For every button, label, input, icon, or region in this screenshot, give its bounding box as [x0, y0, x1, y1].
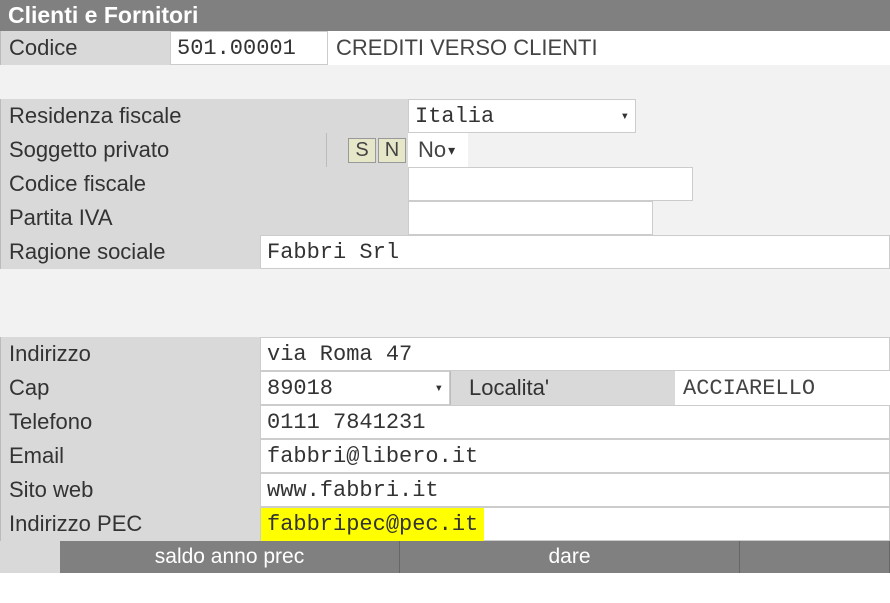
row-sito: Sito web www.fabbri.it	[0, 473, 890, 507]
label-localita: Localita'	[450, 371, 675, 405]
chevron-down-icon: ▾	[448, 142, 455, 159]
row-soggetto: Soggetto privato S N No▾	[0, 133, 890, 167]
desc-codice: CREDITI VERSO CLIENTI	[328, 31, 890, 65]
input-email[interactable]: fabbri@libero.it	[260, 439, 890, 473]
table-header: saldo anno prec dare	[0, 541, 890, 573]
label-residenza: Residenza fiscale	[0, 99, 408, 133]
button-n[interactable]: N	[378, 138, 406, 163]
input-ragione[interactable]: Fabbri Srl	[260, 235, 890, 269]
label-indirizzo: Indirizzo	[0, 337, 260, 371]
select-residenza-value: Italia	[415, 104, 494, 129]
row-indirizzo: Indirizzo via Roma 47	[0, 337, 890, 371]
form-container: Clienti e Fornitori Codice 501.00001 CRE…	[0, 0, 890, 573]
input-codfisc[interactable]	[408, 167, 693, 201]
input-sito[interactable]: www.fabbri.it	[260, 473, 890, 507]
row-telefono: Telefono 0111 7841231	[0, 405, 890, 439]
select-soggetto[interactable]: No▾	[408, 133, 468, 167]
row-cap: Cap 89018 ▾ Localita' ACCIARELLO	[0, 371, 890, 405]
row-residenza: Residenza fiscale Italia ▾	[0, 99, 890, 133]
input-pec-wrap[interactable]: fabbripec@pec.it	[260, 507, 890, 541]
row-codfisc: Codice fiscale	[0, 167, 890, 201]
select-cap-value: 89018	[267, 376, 333, 401]
row-pec: Indirizzo PEC fabbripec@pec.it	[0, 507, 890, 541]
label-codice: Codice	[0, 31, 170, 65]
chevron-down-icon: ▾	[621, 108, 629, 125]
col-saldo: saldo anno prec	[60, 541, 400, 573]
select-residenza[interactable]: Italia ▾	[408, 99, 636, 133]
input-telefono[interactable]: 0111 7841231	[260, 405, 890, 439]
label-email: Email	[0, 439, 260, 473]
label-codfisc: Codice fiscale	[0, 167, 408, 201]
col-extra	[740, 541, 890, 573]
label-cap: Cap	[0, 371, 260, 405]
sn-buttons: S N	[326, 133, 408, 167]
label-sito: Sito web	[0, 473, 260, 507]
row-piva: Partita IVA	[0, 201, 890, 235]
button-s[interactable]: S	[348, 138, 376, 163]
row-email: Email fabbri@libero.it	[0, 439, 890, 473]
select-cap[interactable]: 89018 ▾	[260, 371, 450, 405]
col-dare: dare	[400, 541, 740, 573]
footer-corner	[0, 541, 60, 573]
label-piva: Partita IVA	[0, 201, 408, 235]
input-pec: fabbripec@pec.it	[261, 508, 484, 541]
row-ragione: Ragione sociale Fabbri Srl	[0, 235, 890, 269]
label-ragione: Ragione sociale	[0, 235, 260, 269]
input-codice[interactable]: 501.00001	[170, 31, 328, 65]
label-pec: Indirizzo PEC	[0, 507, 260, 541]
input-indirizzo[interactable]: via Roma 47	[260, 337, 890, 371]
window-title: Clienti e Fornitori	[0, 0, 890, 31]
input-piva[interactable]	[408, 201, 653, 235]
label-soggetto: Soggetto privato	[0, 133, 326, 167]
row-codice: Codice 501.00001 CREDITI VERSO CLIENTI	[0, 31, 890, 65]
value-localita: ACCIARELLO	[675, 371, 890, 405]
chevron-down-icon: ▾	[435, 380, 443, 397]
select-soggetto-value: No	[418, 137, 446, 163]
label-telefono: Telefono	[0, 405, 260, 439]
